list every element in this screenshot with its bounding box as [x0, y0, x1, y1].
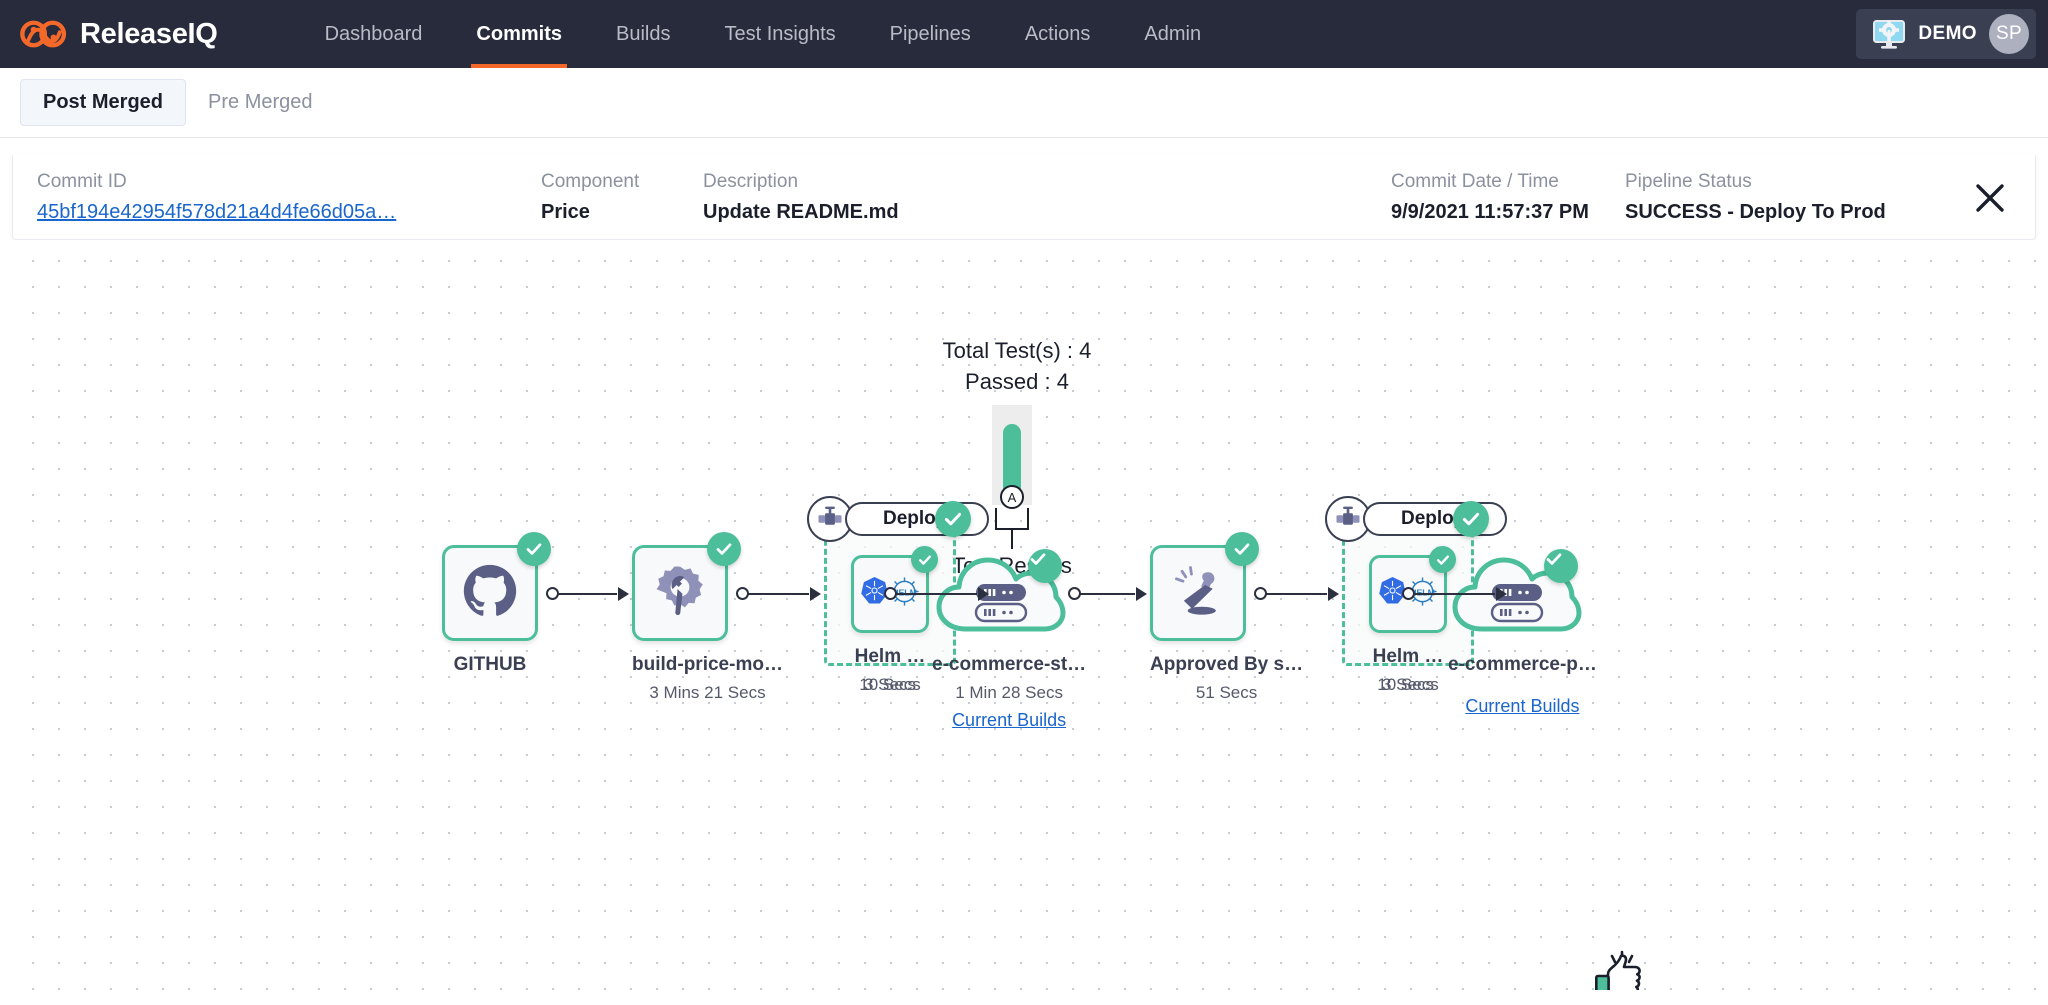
nav-item-test-insights[interactable]: Test Insights [697, 0, 862, 68]
pipeline-node-approved-by[interactable]: Approved By s… 51 Secs [1150, 532, 1304, 703]
current-builds-link[interactable]: Current Builds [1448, 696, 1597, 717]
connector [1068, 587, 1148, 601]
brand-name: ReleaseIQ [80, 17, 218, 50]
test-results-marker: A [1000, 485, 1024, 509]
nav-item-admin[interactable]: Admin [1117, 0, 1228, 68]
demo-account-chip[interactable]: DEMO SP [1856, 9, 2036, 59]
status-check-icon [1225, 532, 1259, 566]
node-duration: 1 Min 28 Secs [955, 683, 1063, 702]
sub-tab-bar: Post Merged Pre Merged [0, 68, 2048, 138]
connector [546, 587, 630, 601]
pipeline-status-value: SUCCESS - Deploy To Prod [1625, 201, 1886, 223]
description-label: Description [703, 171, 799, 192]
node-title: e-commerce-p… [1448, 654, 1597, 675]
connector [1254, 587, 1340, 601]
component-label: Component [541, 171, 640, 192]
commit-id-link[interactable]: 45bf194e42954f578d21a4d4fe66d05a… [37, 201, 396, 224]
nav-item-list: Dashboard Commits Builds Test Insights P… [298, 0, 1229, 68]
tab-pre-merged[interactable]: Pre Merged [186, 80, 335, 125]
node-box[interactable] [632, 532, 741, 641]
top-navigation-bar: ReleaseIQ Dashboard Commits Builds Test … [0, 0, 2048, 68]
status-check-icon [1453, 501, 1489, 537]
pipeline-node-helm-prod[interactable]: HELM Helm … 3 Secs [1369, 546, 1456, 695]
releaseiq-logo-icon [18, 14, 70, 54]
connector [736, 587, 822, 601]
pipeline-node-e-commerce-stage[interactable]: e-commerce-st… 1 Min 28 Secs Current Bui… [932, 545, 1086, 731]
commit-id-column: Commit ID 45bf194e42954f578d21a4d4fe66d0… [37, 171, 396, 224]
description-column: Description Update README.md [703, 171, 899, 224]
node-title: build-price-mo… [632, 654, 783, 675]
pipeline-node-github[interactable]: GITHUB [442, 532, 551, 676]
status-check-icon [1028, 549, 1062, 583]
total-tests-text: Total Test(s) : 4 [942, 338, 1092, 363]
node-duration: 51 Secs [1195, 683, 1258, 702]
connector [884, 587, 990, 601]
status-check-icon [517, 532, 551, 566]
demo-label: DEMO [1918, 23, 1977, 44]
commit-date-value: 9/9/2021 11:57:37 PM [1391, 201, 1589, 223]
node-box[interactable] [1150, 532, 1259, 641]
commit-date-label: Commit Date / Time [1391, 171, 1559, 192]
test-results-bar: A [992, 405, 1032, 509]
component-column: Component Price [541, 171, 639, 224]
nav-item-pipelines[interactable]: Pipelines [863, 0, 998, 68]
status-check-icon [935, 501, 971, 537]
node-title: Helm … [1372, 646, 1444, 667]
commit-date-column: Commit Date / Time 9/9/2021 11:57:37 PM [1391, 171, 1589, 224]
thumbs-up-icon [1590, 950, 1654, 990]
node-box[interactable] [442, 532, 551, 641]
avatar[interactable]: SP [1989, 14, 2029, 54]
current-builds-link[interactable]: Current Builds [932, 710, 1086, 731]
pipeline-node-build-price-module[interactable]: build-price-mo… 3 Mins 21 Secs [632, 532, 783, 703]
pipeline-node-helm-stage[interactable]: HELM Helm … 3 Secs [851, 546, 938, 695]
github-icon [459, 560, 521, 627]
passed-tests-text: Passed : 4 [965, 369, 1069, 394]
connector [1402, 587, 1508, 601]
nav-item-builds[interactable]: Builds [589, 0, 697, 68]
pipeline-node-e-commerce-prod[interactable]: e-commerce-p… Current Builds [1448, 545, 1597, 717]
commit-id-label: Commit ID [37, 171, 127, 192]
test-results-bracket [995, 508, 1029, 530]
build-gear-wrench-icon [650, 561, 710, 626]
node-title: Helm … [854, 646, 926, 667]
node-title: e-commerce-st… [932, 654, 1087, 675]
description-value: Update README.md [703, 201, 899, 223]
status-check-icon [707, 532, 741, 566]
commit-info-card: Commit ID 45bf194e42954f578d21a4d4fe66d0… [12, 155, 2036, 240]
approval-stamp-icon [1168, 561, 1228, 626]
tab-post-merged[interactable]: Post Merged [20, 79, 187, 126]
nav-item-dashboard[interactable]: Dashboard [298, 0, 450, 68]
brand[interactable]: ReleaseIQ [18, 14, 218, 54]
pipeline-canvas[interactable]: Total Test(s) : 4 Passed : 4 A Test Resu… [12, 240, 2036, 990]
node-duration: 3 Mins 21 Secs [649, 683, 766, 702]
test-results-summary: Total Test(s) : 4 Passed : 4 [852, 335, 1182, 397]
close-icon[interactable] [1973, 181, 2007, 215]
status-check-icon [1544, 549, 1578, 583]
node-title: Approved By s… [1150, 654, 1304, 675]
nav-item-commits[interactable]: Commits [449, 0, 589, 68]
node-title: GITHUB [453, 654, 527, 675]
monitor-gear-icon [1872, 18, 1906, 50]
nav-item-actions[interactable]: Actions [998, 0, 1118, 68]
pipeline-status-column: Pipeline Status SUCCESS - Deploy To Prod [1625, 171, 1886, 224]
component-value: Price [541, 201, 590, 223]
pipeline-status-label: Pipeline Status [1625, 171, 1752, 192]
